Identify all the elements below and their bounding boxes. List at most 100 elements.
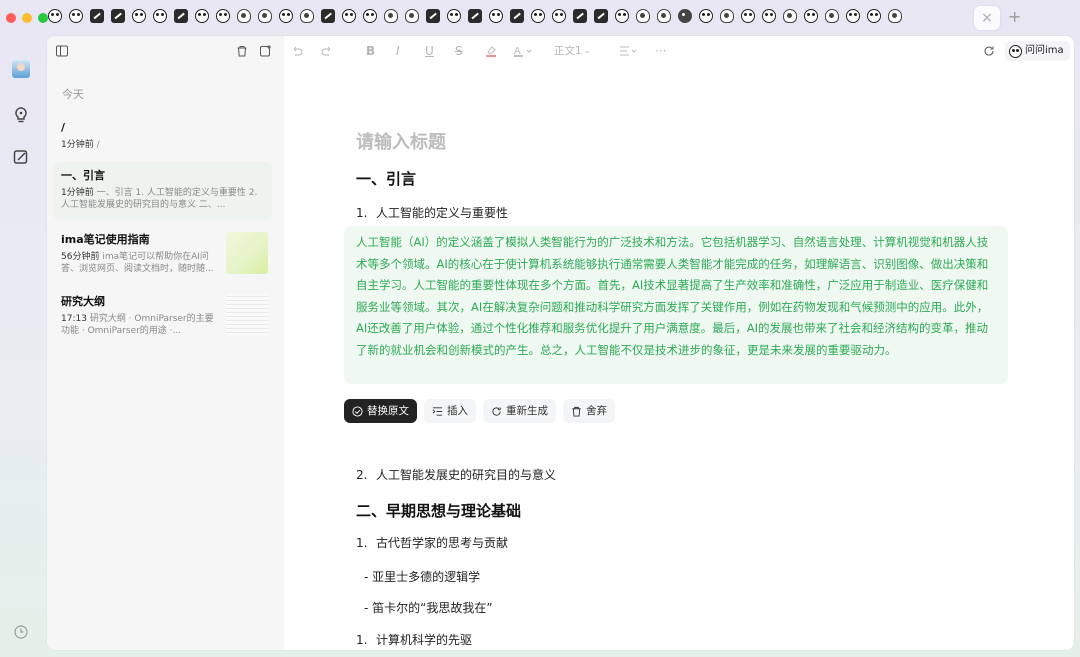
bulb-tab-icon[interactable] <box>783 9 797 23</box>
check-circle-icon <box>352 405 363 417</box>
svg-text:A: A <box>514 46 521 57</box>
panda-tab-icon[interactable] <box>342 9 356 23</box>
ask-ima-button[interactable]: 问问ima <box>1005 41 1070 61</box>
notes-edit-icon[interactable] <box>12 148 30 166</box>
bulb-tab-icon[interactable] <box>384 9 398 23</box>
panda-tab-icon[interactable] <box>69 9 83 23</box>
bulb-tab-icon[interactable] <box>237 9 251 23</box>
edit-tab-icon[interactable] <box>510 9 524 23</box>
panda-tab-icon[interactable] <box>615 9 629 23</box>
ai-action-bar: 替换原文 插入 重新生成 舍弃 <box>344 399 615 423</box>
notes-sidebar: 今天 / 1分钟前 / 一、引言 1分钟前 一、引言 1. 人工智能的定义与重要… <box>47 36 284 650</box>
underline-icon[interactable]: U <box>425 44 434 58</box>
bulb-tab-icon[interactable] <box>825 9 839 23</box>
notes-window: 今天 / 1分钟前 / 一、引言 1分钟前 一、引言 1. 人工智能的定义与重要… <box>47 36 1074 650</box>
regenerate-button[interactable]: 重新生成 <box>483 399 556 423</box>
note-meta: 1分钟前 / <box>61 140 100 150</box>
panda-tab-icon[interactable] <box>804 9 818 23</box>
note-meta: 56分钟前 ima笔记可以帮助你在AI问答、浏览网页、阅读文档时，随时随... <box>61 252 214 274</box>
panda-tab-icon[interactable] <box>279 9 293 23</box>
close-window-button[interactable] <box>6 13 16 23</box>
panda-tab-icon[interactable] <box>741 9 755 23</box>
list-item: 1. 计算机科学的先驱 <box>356 633 473 647</box>
bulb-tab-icon[interactable] <box>258 9 272 23</box>
more-icon[interactable]: ··· <box>655 44 666 58</box>
strikethrough-icon[interactable]: S <box>455 44 463 58</box>
redo-icon[interactable] <box>321 44 333 58</box>
panda-tab-icon[interactable] <box>363 9 377 23</box>
bold-icon[interactable]: B <box>366 44 375 58</box>
align-icon[interactable] <box>619 44 639 58</box>
panda-tab-icon[interactable] <box>132 9 146 23</box>
bulb-tab-icon[interactable] <box>888 9 902 23</box>
gear-tab-icon[interactable] <box>678 9 692 23</box>
bulb-tab-icon[interactable] <box>405 9 419 23</box>
panda-tab-icon[interactable] <box>699 9 713 23</box>
window-controls <box>6 13 48 23</box>
ai-generated-text[interactable]: 人工智能（AI）的定义涵盖了模拟人类智能行为的广泛技术和方法。它包括机器学习、自… <box>344 226 1008 384</box>
replace-original-button[interactable]: 替换原文 <box>344 399 417 423</box>
new-note-icon[interactable] <box>260 44 272 58</box>
edit-tab-icon[interactable] <box>468 9 482 23</box>
trash-icon[interactable] <box>236 44 248 58</box>
undo-icon[interactable] <box>291 44 303 58</box>
panda-tab-icon[interactable] <box>762 9 776 23</box>
note-item[interactable]: 研究大纲 17:13 研究大纲 · OmniParser的主要功能 · Omni… <box>53 288 272 346</box>
close-tab-button[interactable]: × <box>974 6 1000 30</box>
insert-button[interactable]: 插入 <box>424 399 476 423</box>
new-tab-button[interactable]: + <box>1008 7 1022 27</box>
left-rail <box>0 36 46 657</box>
avatar[interactable] <box>12 60 30 78</box>
sync-icon[interactable] <box>983 44 995 58</box>
sub-item: - 笛卡尔的“我思故我在” <box>364 601 493 615</box>
note-item[interactable]: / 1分钟前 / <box>53 114 272 158</box>
note-title: / <box>61 121 66 134</box>
heading-1: 一、引言 <box>356 170 417 188</box>
panda-tab-icon[interactable] <box>867 9 881 23</box>
list-item: 1. 人工智能的定义与重要性 <box>356 206 509 220</box>
editor-canvas[interactable]: 请输入标题 一、引言 1. 人工智能的定义与重要性 人工智能（AI）的定义涵盖了模… <box>284 66 1074 650</box>
bulb-tab-icon[interactable] <box>636 9 650 23</box>
panda-tab-icon[interactable] <box>195 9 209 23</box>
note-thumbnail <box>226 294 268 336</box>
panda-tab-icon[interactable] <box>531 9 545 23</box>
zoom-window-button[interactable] <box>38 13 48 23</box>
bulb-tab-icon[interactable] <box>657 9 671 23</box>
panda-tab-icon[interactable] <box>552 9 566 23</box>
sidebar-toggle-icon[interactable] <box>56 44 68 58</box>
list-item: 2. 人工智能发展史的研究目的与意义 <box>356 468 557 482</box>
note-item-active[interactable]: 一、引言 1分钟前 一、引言 1. 人工智能的定义与重要性 2. 人工智能发展史… <box>53 162 272 220</box>
chevron-down-icon: ⌄ <box>584 46 591 55</box>
edit-tab-icon[interactable] <box>321 9 335 23</box>
editor-toolbar: B I U S A 正文1 ⌄ ··· 问问ima <box>47 36 1074 66</box>
panda-tab-icon[interactable] <box>216 9 230 23</box>
panda-tab-icon[interactable] <box>489 9 503 23</box>
edit-tab-icon[interactable] <box>426 9 440 23</box>
trash-icon <box>572 406 581 417</box>
discard-button[interactable]: 舍弃 <box>563 399 615 423</box>
bulb-tab-icon[interactable] <box>300 9 314 23</box>
edit-tab-icon[interactable] <box>573 9 587 23</box>
note-item[interactable]: ima笔记使用指南 56分钟前 ima笔记可以帮助你在AI问答、浏览网页、阅读文… <box>53 226 272 284</box>
panda-tab-icon[interactable] <box>846 9 860 23</box>
panda-tab-icon[interactable] <box>447 9 461 23</box>
title-input[interactable]: 请输入标题 <box>356 128 446 154</box>
note-meta: 17:13 研究大纲 · OmniParser的主要功能 · OmniParse… <box>61 314 214 336</box>
text-style-select[interactable]: 正文1 <box>554 44 582 58</box>
section-label-today: 今天 <box>62 88 84 101</box>
bulb-tab-icon[interactable] <box>720 9 734 23</box>
edit-tab-icon[interactable] <box>111 9 125 23</box>
list-item: 1. 古代哲学家的思考与贡献 <box>356 536 509 550</box>
minimize-window-button[interactable] <box>22 13 32 23</box>
italic-icon[interactable]: I <box>396 44 400 58</box>
edit-tab-icon[interactable] <box>174 9 188 23</box>
edit-tab-icon[interactable] <box>90 9 104 23</box>
panda-tab-icon[interactable] <box>153 9 167 23</box>
panda-tab-icon[interactable] <box>48 9 62 23</box>
highlight-icon[interactable] <box>485 44 497 58</box>
history-clock-icon[interactable] <box>12 623 30 641</box>
edit-tab-icon[interactable] <box>594 9 608 23</box>
font-color-icon[interactable]: A <box>514 44 534 58</box>
insert-icon <box>432 406 443 416</box>
lightbulb-icon[interactable] <box>12 106 30 124</box>
